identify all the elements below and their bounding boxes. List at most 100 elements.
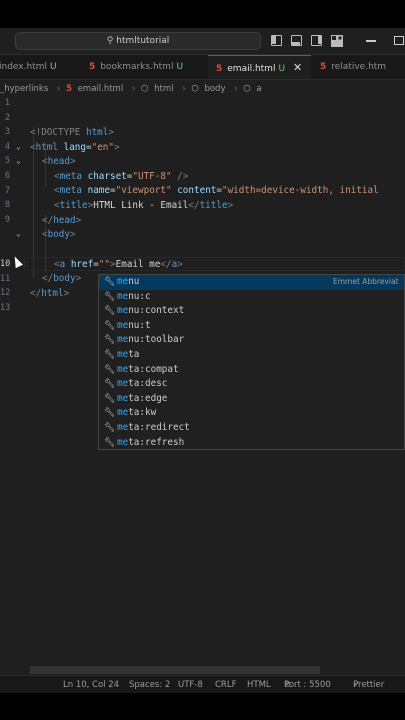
token-tag: body <box>47 229 70 241</box>
chevron-right-icon: › <box>56 84 61 94</box>
suggestion-item[interactable]: 🔧︎ meta <box>99 348 404 363</box>
suggestion-item[interactable]: 🔧︎ meta:edge <box>99 392 404 407</box>
line-number: 7 <box>4 185 10 196</box>
token-punc: </ <box>160 258 172 270</box>
fold-chevron-icon[interactable]: ⌄ <box>16 229 21 238</box>
emmet-wrench-icon: 🔧︎ <box>104 277 116 287</box>
breadcrumb-a[interactable]: a <box>256 84 261 94</box>
toggle-primary-sidebar-icon[interactable] <box>271 35 282 46</box>
token-tag: head <box>53 214 76 226</box>
title-bar: ⚲ htmltutorial <box>0 28 405 55</box>
suggestion-rest: ta:refresh <box>128 436 185 448</box>
tab-relative-html[interactable]: 5 relative.htm <box>320 55 386 79</box>
minimize-icon[interactable] <box>366 40 376 42</box>
token-tag: html <box>35 141 58 153</box>
untracked-badge: U <box>49 62 57 72</box>
token-tag: title <box>199 200 228 211</box>
token-punc: </ <box>188 200 200 211</box>
line-number: 8 <box>4 200 10 211</box>
suggestion-rest: nu:toolbar <box>128 334 185 346</box>
line-number: 10 <box>0 259 11 269</box>
workspace-name: htmltutorial <box>116 36 170 46</box>
suggestion-match: me <box>117 436 129 448</box>
suggestion-item[interactable]: 🔧︎ menu:t <box>99 319 404 334</box>
suggestion-item[interactable]: 🔧︎ menu:toolbar <box>99 333 404 348</box>
doctype-open: <!DOCTYPE <box>30 127 86 138</box>
token-tag: html <box>41 288 64 299</box>
token-string: "width=device-width, initial <box>221 185 379 197</box>
token-text: HTML Link - Email <box>93 200 189 211</box>
doctype-html: html <box>85 127 109 138</box>
token-punc: > <box>70 156 76 168</box>
end-of-line[interactable]: CRLF <box>215 676 236 693</box>
token-punc: /> <box>171 170 189 182</box>
toggle-panel-icon[interactable] <box>291 35 302 46</box>
token-punc: > <box>70 229 76 241</box>
fold-chevron-icon[interactable]: ⌄ <box>16 156 21 165</box>
emmet-wrench-icon: 🔧︎ <box>104 306 116 317</box>
tab-email-html[interactable]: 5 email.html U ✕ <box>208 55 311 79</box>
suggestion-item[interactable]: 🔧︎ meta:redirect <box>99 421 404 436</box>
untracked-badge: U <box>176 62 184 72</box>
element-icon: ⬡ <box>191 84 199 94</box>
token-punc: </ <box>30 288 42 299</box>
maximize-icon[interactable] <box>394 36 404 45</box>
emmet-wrench-icon: 🔧︎ <box>104 423 116 433</box>
breadcrumb-folder[interactable]: _hyperlinks <box>0 84 48 94</box>
suggestion-item[interactable]: 🔧︎ meta:desc <box>99 377 404 392</box>
code-line-4: <meta charset="UTF-8" /> <box>54 171 188 182</box>
tab-bookmarks-html[interactable]: 5 bookmarks.html U <box>89 55 183 79</box>
cursor-position[interactable]: Ln 10, Col 24 <box>63 676 119 693</box>
line-number: 4 <box>4 141 10 152</box>
suggestion-item[interactable]: 🔧︎ menu:context <box>99 304 404 319</box>
command-center-search[interactable]: ⚲ htmltutorial <box>15 32 261 50</box>
close-tab-icon[interactable]: ✕ <box>293 61 302 74</box>
suggestion-match: me <box>117 407 129 419</box>
line-number: 1 <box>4 98 10 108</box>
breadcrumb-file[interactable]: email.html <box>78 84 124 94</box>
token-string: "viewport" <box>115 185 172 197</box>
language-mode[interactable]: HTML <box>247 676 271 693</box>
suggestion-item[interactable]: 🔧︎ menu:c <box>99 290 404 305</box>
html-file-icon: 5 <box>216 64 223 74</box>
tab-label: bookmarks.html <box>100 62 174 72</box>
emmet-wrench-icon: 🔧︎ <box>104 393 116 404</box>
suggestion-match: me <box>117 378 129 390</box>
suggestion-item[interactable]: 🔧︎ meta:kw <box>99 406 404 421</box>
customize-layout-icon[interactable] <box>331 35 342 46</box>
tab-index-html[interactable]: index.html U <box>0 55 57 79</box>
search-icon: ⚲ <box>106 36 114 46</box>
token-punc: > <box>227 200 234 211</box>
code-line-7: </head> <box>42 215 81 226</box>
suggestion-item[interactable]: 🔧︎ meta:refresh <box>99 436 404 451</box>
breadcrumb-body[interactable]: body <box>204 84 225 94</box>
suggestion-item[interactable]: 🔧︎ menu Emmet Abbreviat <box>99 275 404 290</box>
token-punc: > <box>177 258 183 270</box>
fold-chevron-icon[interactable]: ⌄ <box>16 142 21 151</box>
emmet-wrench-icon: 🔧︎ <box>104 364 116 375</box>
emmet-wrench-icon: 🔧︎ <box>104 408 116 419</box>
toggle-secondary-sidebar-icon[interactable] <box>311 35 322 46</box>
suggestion-match: me <box>117 276 129 287</box>
suggestion-match: me <box>117 305 129 317</box>
line-number: 12 <box>0 288 11 299</box>
suggestion-rest: nu:t <box>128 319 151 331</box>
token-tag: meta <box>59 170 82 182</box>
suggestion-detail: Emmet Abbreviat <box>333 277 399 286</box>
editor-tabs: index.html U 5 bookmarks.html U 5 email.html… <box>0 55 405 80</box>
port-label: Port : 5500 <box>284 680 331 690</box>
token-punc: > <box>75 214 82 226</box>
breadcrumb: _hyperlinks › 5 email.html › ⬡ html › ⬡ … <box>0 80 405 98</box>
encoding[interactable]: UTF-8 <box>178 676 203 693</box>
indentation[interactable]: Spaces: 2 <box>129 676 170 693</box>
token-punc: > <box>75 273 82 285</box>
emmet-wrench-icon: 🔧︎ <box>104 291 116 302</box>
horizontal-scrollbar[interactable] <box>30 666 320 674</box>
line-number: 9 <box>4 214 10 225</box>
emmet-wrench-icon: 🔧︎ <box>104 350 116 360</box>
token-attr: name <box>82 185 110 197</box>
tab-label: index.html <box>0 62 47 72</box>
code-line-2: <html lang="en"> <box>30 142 120 153</box>
suggestion-item[interactable]: 🔧︎ meta:compat <box>99 363 404 378</box>
breadcrumb-html[interactable]: html <box>154 84 173 94</box>
